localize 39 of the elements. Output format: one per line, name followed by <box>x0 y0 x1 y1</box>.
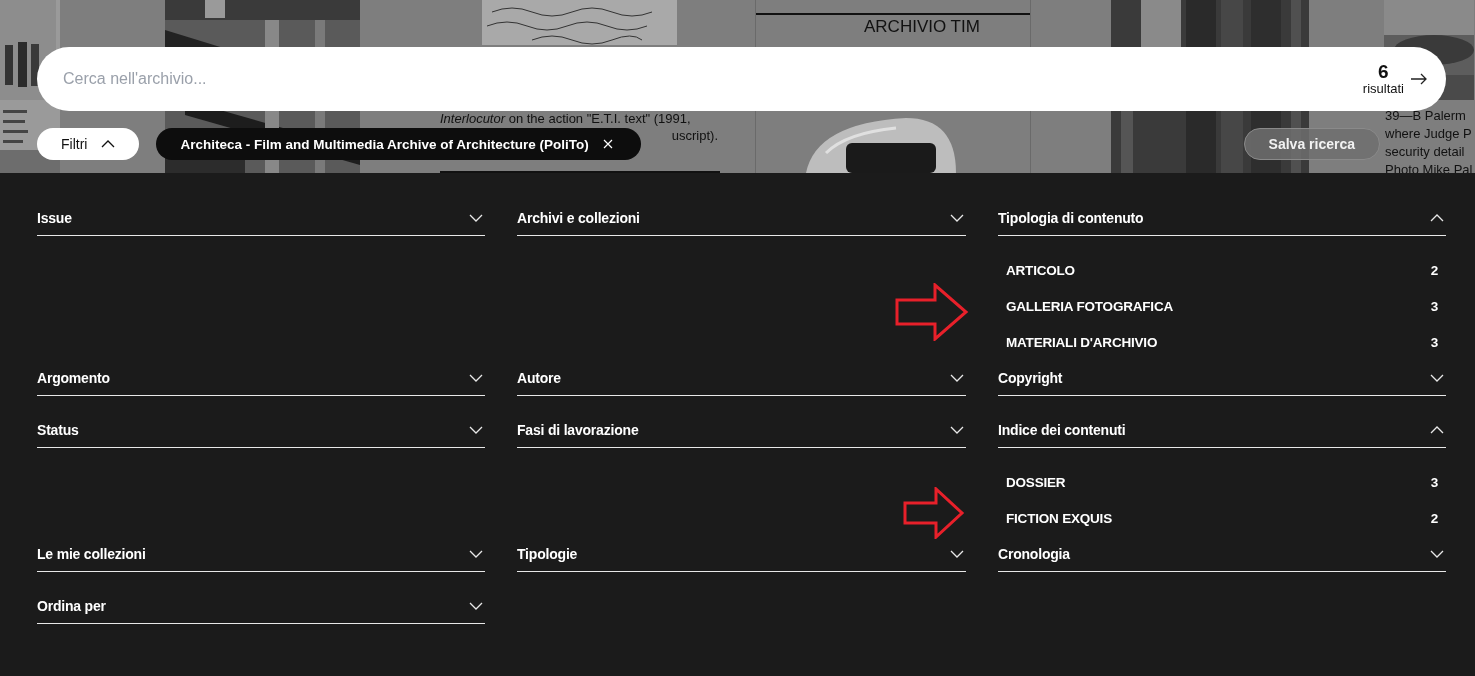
annotation-arrow <box>903 487 965 539</box>
filter-section-header[interactable]: Archivi e collezioni <box>517 200 966 236</box>
filters-button[interactable]: Filtri <box>37 128 140 160</box>
close-icon[interactable] <box>602 139 613 149</box>
filter-chip[interactable]: Architeca - Film and Multimedia Archive of Architecture (PoliTo) <box>156 128 641 160</box>
result-label: risultati <box>1362 82 1404 96</box>
option-count: 3 <box>1430 334 1438 350</box>
chevron-icon <box>101 140 116 148</box>
option-count: 2 <box>1430 510 1438 526</box>
filter-section-header[interactable]: Ordina per <box>37 588 485 624</box>
filter-option[interactable]: ARTICOLO 2 <box>998 252 1446 288</box>
filter-section-header[interactable]: Fasi di lavorazione <box>517 412 966 448</box>
filter-section-header[interactable]: Argomento <box>37 360 485 396</box>
filter-section-header[interactable]: Cronologia <box>998 536 1446 572</box>
save-search-button[interactable]: Salva ricerca <box>1243 128 1380 160</box>
filter-section-header[interactable]: Tipologie <box>517 536 966 572</box>
filter-option[interactable]: MATERIALI D'ARCHIVIO 3 <box>998 324 1446 360</box>
caption-text: Interlocutor on the action "E.T.I. text" (1991, <box>440 110 692 127</box>
filter-section-header[interactable]: Autore <box>517 360 966 396</box>
filter-section-header[interactable]: Indice dei contenuti <box>998 412 1446 448</box>
filter-section-header[interactable]: Copyright <box>998 360 1446 396</box>
option-count: 2 <box>1430 262 1438 278</box>
filter-option[interactable]: DOSSIER 3 <box>998 464 1446 500</box>
filter-option[interactable]: FICTION EXQUIS 2 <box>998 500 1446 536</box>
result-count: 6 <box>1378 62 1389 82</box>
filter-section-header[interactable]: Le mie collezioni <box>37 536 485 572</box>
caption-text: where Judge P <box>1385 125 1472 143</box>
search-bar[interactable]: Cerca nell'archivio... 6 risultati <box>37 47 1446 111</box>
filter-section-header[interactable]: Tipologia di contenuto <box>998 200 1446 236</box>
filter-option[interactable]: GALLERIA FOTOGRAFICA 3 <box>998 288 1446 324</box>
search-field[interactable]: Cerca nell'archivio... <box>61 69 1363 89</box>
arrow-right-icon[interactable] <box>1410 73 1428 85</box>
option-count: 3 <box>1430 474 1438 490</box>
option-count: 3 <box>1430 298 1438 314</box>
caption-text: security detail <box>1385 143 1465 161</box>
filter-section-header[interactable]: Status <box>37 412 485 448</box>
issue-title: ARCHIVIO TIM <box>864 17 980 37</box>
caption-text: uscript). <box>671 127 718 144</box>
filter-section-header[interactable]: Issue <box>37 200 485 236</box>
